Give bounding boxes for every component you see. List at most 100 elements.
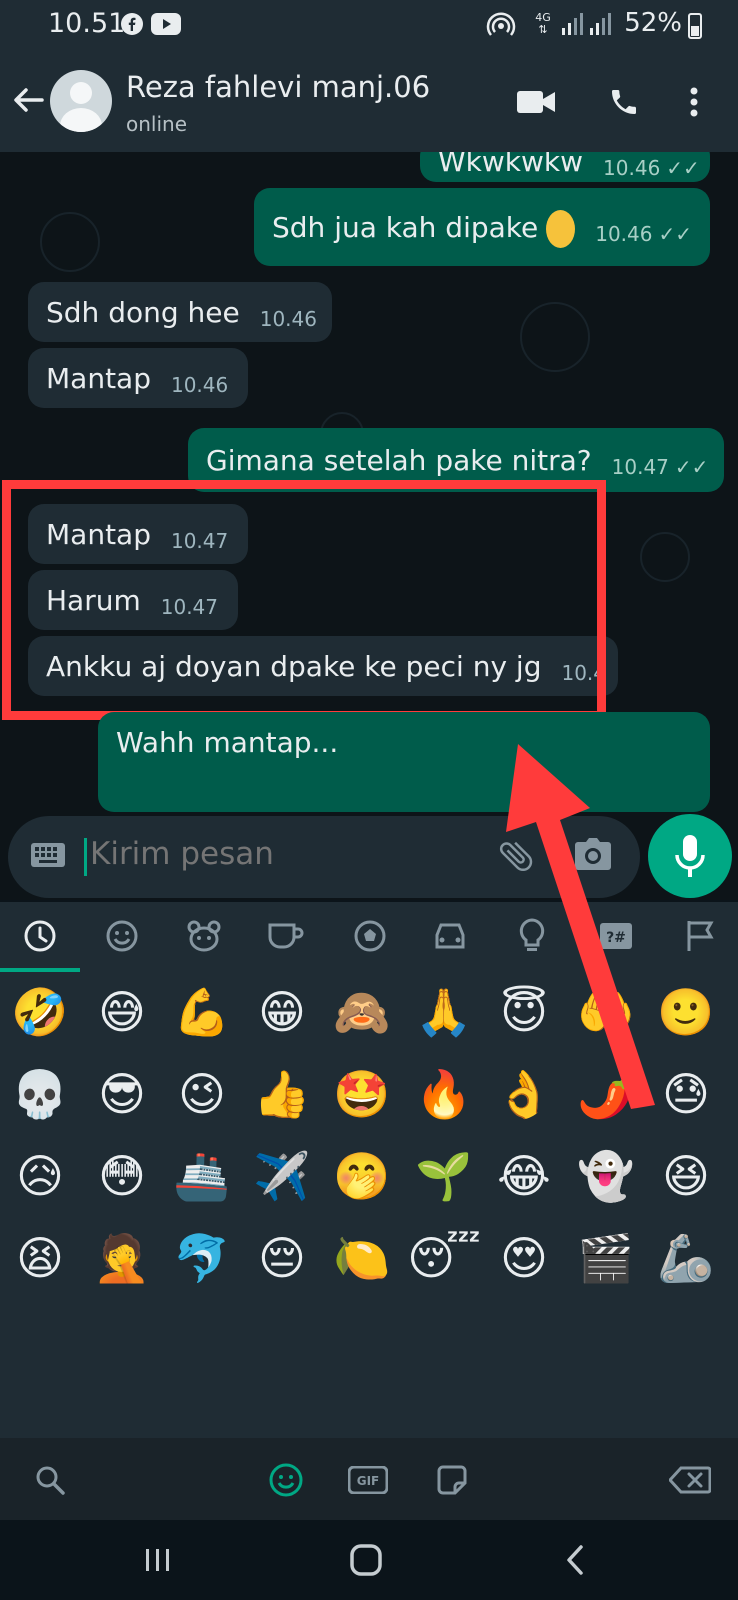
emoji-key[interactable]: 😫	[10, 1228, 70, 1288]
message-input[interactable]	[84, 836, 464, 872]
search-icon[interactable]	[30, 1460, 70, 1500]
message-bubble-incoming[interactable]: Sdh dong hee 10.46	[28, 282, 332, 342]
emoji-key[interactable]: 😂	[494, 1146, 554, 1206]
recent-apps-icon[interactable]	[140, 1540, 176, 1580]
home-icon[interactable]	[346, 1540, 386, 1580]
read-ticks-icon: ✓✓	[666, 156, 700, 180]
emoji-key[interactable]: 😎	[92, 1064, 152, 1124]
emoji-key[interactable]: 😳	[92, 1146, 152, 1206]
chat-area[interactable]: Wkwkwkw 10.46 ✓✓ Sdh jua kah dipake 10.4…	[0, 152, 738, 900]
emoji-key[interactable]: 🤲	[576, 982, 636, 1042]
voice-message-button[interactable]	[648, 814, 732, 898]
wallpaper-doodle	[40, 212, 100, 272]
emoji-key[interactable]: 😥	[10, 1146, 70, 1206]
emoji-key[interactable]: 🙈	[332, 982, 392, 1042]
gif-icon[interactable]: GIF	[348, 1460, 388, 1500]
keyboard-icon[interactable]	[30, 840, 66, 874]
emoji-key[interactable]: 💀	[10, 1064, 70, 1124]
emoji-key[interactable]: 🤩	[332, 1064, 392, 1124]
chat-header: Reza fahlevi manj.06 online	[0, 52, 738, 152]
more-options-icon[interactable]	[684, 82, 704, 122]
message-bubble-outgoing[interactable]: Wkwkwkw 10.46 ✓✓	[420, 152, 710, 182]
highlight-box	[2, 480, 606, 720]
emoji-key[interactable]: 😔	[252, 1228, 312, 1288]
back-nav-icon[interactable]	[560, 1540, 590, 1580]
emoji-key[interactable]: 👍	[252, 1064, 312, 1124]
emoji-key[interactable]: 👻	[576, 1146, 636, 1206]
camera-icon[interactable]	[574, 838, 614, 878]
emoji-key[interactable]: 🤭	[332, 1146, 392, 1206]
emoji-category-row: ?#	[0, 902, 738, 972]
emoji-keyboard: ?# 🤣 😅 💪 😁 🙈 🙏 😇 🤲 🙂 💀 😎 😉 👍 🤩 🔥 👌 🌶️ 😓 😥 😳 🚢 ✈️ 🤭 🌱 😂 👻 😆 😫 🤦 🐬 😔 🍋 😴 😍 🎬…	[0, 902, 738, 1520]
emoji-key[interactable]: 🎬	[576, 1228, 636, 1288]
wallpaper-doodle	[520, 302, 590, 372]
message-time: 10.46	[259, 307, 317, 331]
hotspot-icon	[484, 10, 518, 38]
emoji-key[interactable]: 😅	[92, 982, 152, 1042]
message-text: Gimana setelah pake nitra?	[206, 443, 592, 477]
message-bubble-outgoing[interactable]: Wahh mantap...	[98, 712, 710, 812]
message-time: 10.46	[170, 373, 229, 397]
message-bubble-outgoing[interactable]: Sdh jua kah dipake 10.46 ✓✓	[254, 188, 710, 266]
objects-icon[interactable]	[512, 916, 552, 956]
youtube-icon	[150, 10, 182, 38]
emoji-key[interactable]: 🙏	[414, 982, 474, 1042]
emoji-key[interactable]: 👌	[494, 1064, 554, 1124]
battery-percent: 52%	[624, 8, 682, 38]
emoji-key[interactable]: 🤣	[10, 982, 70, 1042]
signal-icon-2	[588, 10, 612, 38]
message-text: Sdh dong hee	[46, 295, 240, 329]
emoji-key[interactable]: ✈️	[252, 1146, 312, 1206]
read-ticks-icon: ✓✓	[658, 222, 692, 246]
emoji-key[interactable]: 🚢	[172, 1146, 232, 1206]
animals-icon[interactable]	[184, 916, 224, 956]
message-text: Wahh mantap...	[116, 726, 339, 759]
rolling-laughing-emoji-icon	[546, 210, 576, 248]
emoji-key[interactable]: 😆	[656, 1146, 716, 1206]
contact-name[interactable]: Reza fahlevi manj.06	[126, 70, 430, 104]
emoji-key[interactable]: 😴	[407, 1228, 481, 1288]
data-arrows: ⇅	[538, 23, 548, 36]
food-icon[interactable]	[266, 916, 306, 956]
message-time: 10.46	[603, 156, 661, 180]
emoji-key[interactable]: 🐬	[172, 1228, 232, 1288]
battery-icon	[688, 13, 702, 39]
microphone-icon	[675, 835, 705, 877]
emoji-tab-icon[interactable]	[266, 1460, 306, 1500]
status-time: 10.51	[48, 8, 126, 39]
emoji-key[interactable]: 😇	[494, 982, 554, 1042]
emoji-key[interactable]: 🌶️	[576, 1064, 636, 1124]
smileys-icon[interactable]	[102, 916, 142, 956]
symbols-icon[interactable]: ?#	[596, 916, 636, 956]
voice-call-icon[interactable]	[604, 82, 644, 122]
svg-text:?#: ?#	[606, 930, 626, 946]
back-arrow-icon[interactable]	[10, 82, 46, 118]
message-bubble-incoming[interactable]: Mantap 10.46	[28, 348, 248, 408]
travel-icon[interactable]	[430, 916, 470, 956]
flags-icon[interactable]	[680, 916, 720, 956]
emoji-key[interactable]: 🤦	[92, 1228, 152, 1288]
recent-icon[interactable]	[20, 916, 60, 956]
message-time: 10.46	[595, 222, 653, 246]
message-composer[interactable]	[8, 816, 640, 898]
emoji-key[interactable]: 😁	[252, 982, 312, 1042]
backspace-icon[interactable]	[668, 1460, 712, 1500]
emoji-key[interactable]: 🔥	[414, 1064, 474, 1124]
emoji-key[interactable]: 🙂	[656, 982, 716, 1042]
emoji-key[interactable]: 🍋	[332, 1228, 392, 1288]
emoji-key[interactable]: 🦾	[656, 1228, 716, 1288]
emoji-key[interactable]: 😍	[494, 1228, 554, 1288]
video-call-icon[interactable]	[516, 82, 556, 122]
activity-icon[interactable]	[350, 916, 390, 956]
emoji-key[interactable]: 😓	[656, 1064, 716, 1124]
emoji-key[interactable]: 💪	[172, 982, 232, 1042]
avatar[interactable]	[50, 70, 112, 132]
emoji-key[interactable]: 🌱	[414, 1146, 474, 1206]
wallpaper-doodle	[640, 532, 690, 582]
sticker-icon[interactable]	[432, 1460, 472, 1500]
emoji-key[interactable]: 😉	[172, 1064, 232, 1124]
read-ticks-icon: ✓✓	[674, 455, 709, 479]
attach-icon[interactable]	[496, 836, 536, 876]
status-bar: 10.51 4G ⇅ 52%	[0, 0, 738, 52]
message-text: Mantap	[46, 361, 151, 395]
